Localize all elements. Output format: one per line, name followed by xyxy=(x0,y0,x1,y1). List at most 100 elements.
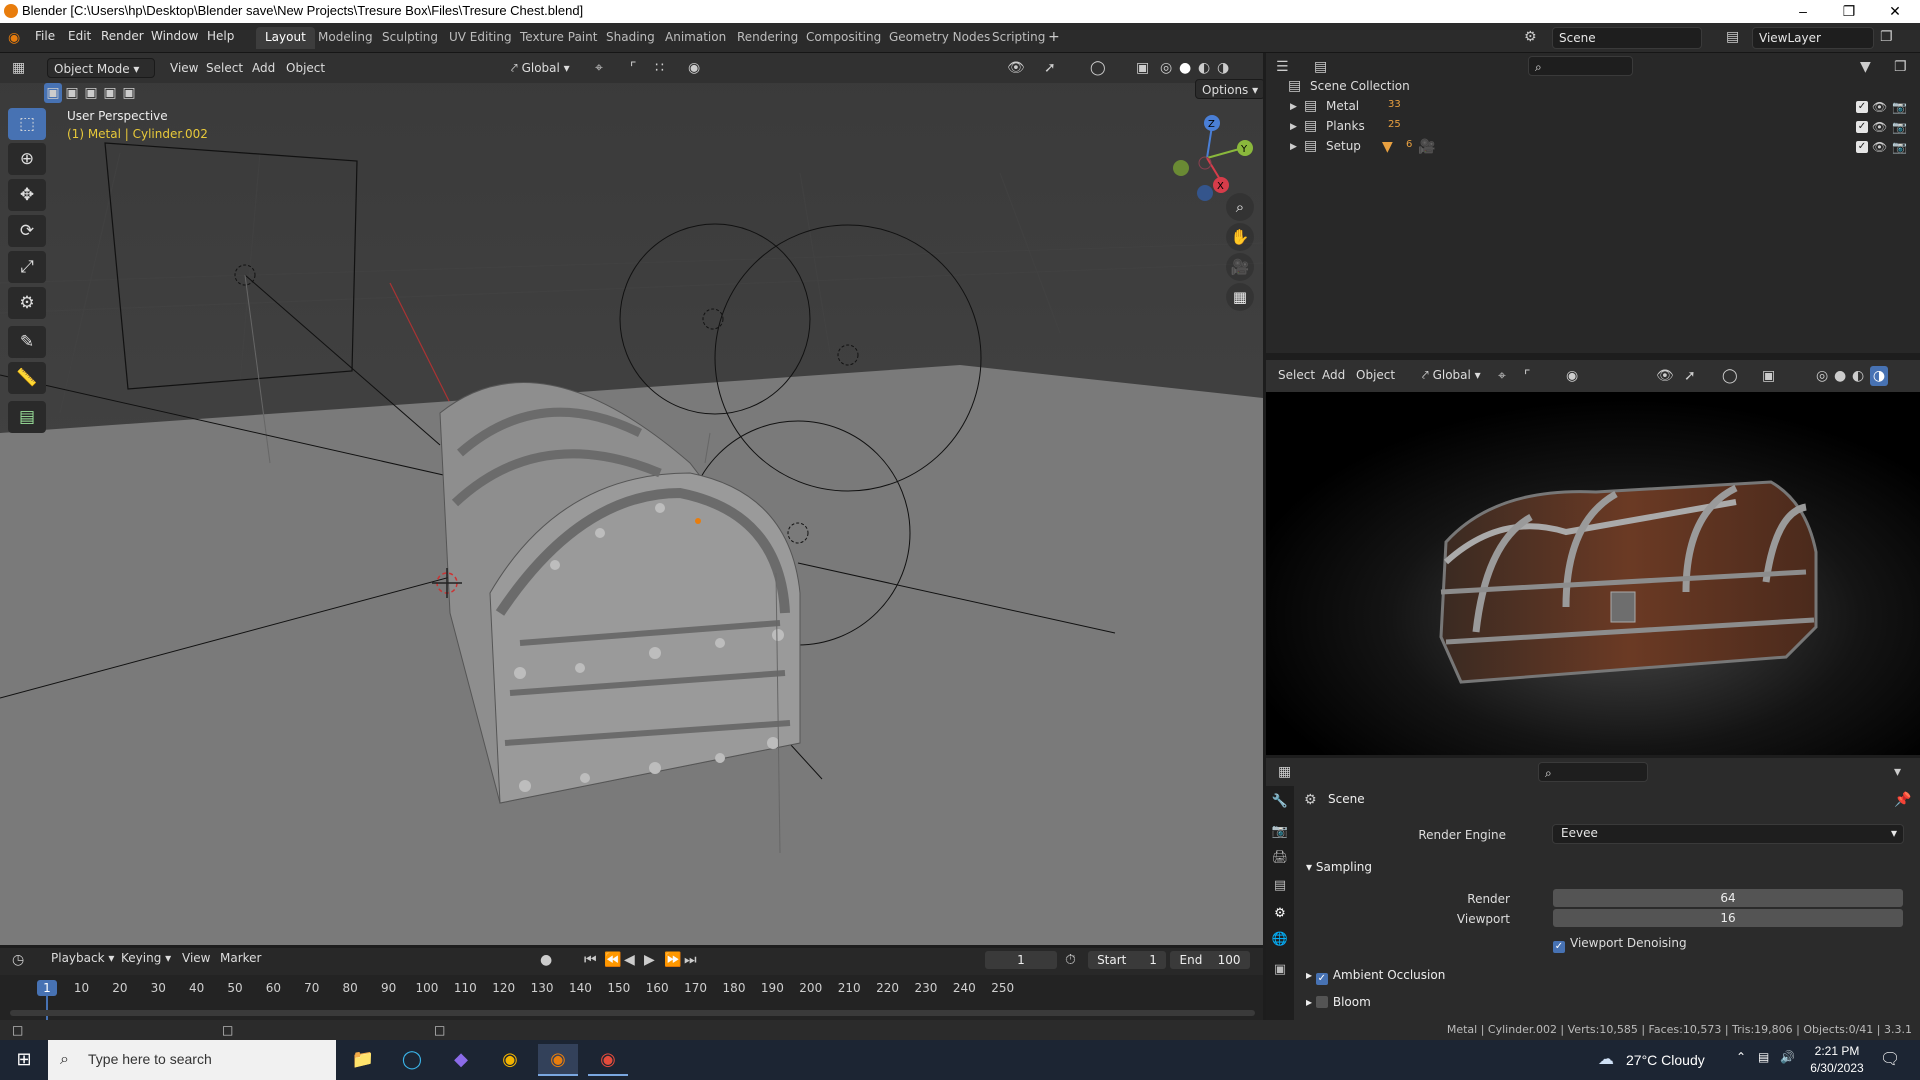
render-menu-add[interactable]: Add xyxy=(1316,365,1351,385)
new-view-layer-icon[interactable]: ❐ xyxy=(1880,27,1893,47)
tab-sculpting[interactable]: Sculpting xyxy=(373,27,447,49)
view-layer-selector[interactable]: ViewLayer xyxy=(1752,27,1874,49)
render-samples-field[interactable]: 64 xyxy=(1553,889,1903,907)
gizmo-toggle-icon[interactable]: ➚ xyxy=(1044,58,1056,78)
select-extend-icon[interactable]: ▣ xyxy=(63,83,81,103)
tray-chevron-icon[interactable]: ⌃ xyxy=(1736,1050,1746,1064)
outliner-scene-collection[interactable]: ▤ Scene Collection xyxy=(1266,77,1920,97)
close-button[interactable]: ✕ xyxy=(1872,0,1918,23)
exclude-checkbox[interactable]: ✓ xyxy=(1856,141,1868,153)
pin-icon[interactable]: 📌 xyxy=(1894,790,1911,810)
camera-render-icon[interactable]: 📷 xyxy=(1892,97,1907,117)
network-icon[interactable]: ▤ xyxy=(1758,1050,1769,1064)
tab-compositing[interactable]: Compositing xyxy=(797,27,890,49)
select-box-tool[interactable]: ⬚ xyxy=(8,108,46,140)
material-shading-icon[interactable]: ◐ xyxy=(1198,58,1210,78)
ambient-occlusion-panel-header[interactable]: ▸ ✓ Ambient Occlusion xyxy=(1306,964,1906,986)
options-button[interactable]: Options ▾ xyxy=(1195,79,1263,99)
tab-shading[interactable]: Shading xyxy=(597,27,664,49)
camera-render-icon[interactable]: 📷 xyxy=(1892,137,1907,157)
chrome-canary-icon[interactable]: ◉ xyxy=(490,1044,530,1076)
rendered-viewport[interactable]: Select Add Object ⤤ Global ▾ ⌖ ⌜ ◉ 👁 ➚ ◯… xyxy=(1266,360,1920,755)
xray-icon[interactable]: ▣ xyxy=(1762,366,1775,386)
eye-icon[interactable]: 👁 xyxy=(1872,137,1887,157)
viewport-3d[interactable]: ▦ Object Mode ▾ View Select Add Object ⤤… xyxy=(0,53,1263,945)
expand-icon[interactable]: ▶ xyxy=(1290,137,1297,157)
add-workspace-icon[interactable]: + xyxy=(1048,27,1060,47)
world-tab-icon[interactable]: 🌐 xyxy=(1270,930,1290,950)
viewport-samples-field[interactable]: 16 xyxy=(1553,909,1903,927)
checkbox-checked-icon[interactable]: ✓ xyxy=(1315,973,1328,985)
pan-hand-icon[interactable]: ✋ xyxy=(1226,223,1254,251)
render-orientation-selector[interactable]: ⤤ Global ▾ xyxy=(1416,365,1487,385)
viewport-menu-object[interactable]: Object xyxy=(280,58,331,78)
rendered-shading-icon[interactable]: ◑ xyxy=(1217,58,1229,78)
tab-animation[interactable]: Animation xyxy=(656,27,735,49)
clock-date[interactable]: 6/30/2023 xyxy=(1802,1061,1872,1075)
tab-modeling[interactable]: Modeling xyxy=(309,27,382,49)
select-invert-icon[interactable]: ▣ xyxy=(101,83,119,103)
snap-icon[interactable]: ⌜ xyxy=(1524,366,1531,386)
scale-tool[interactable]: ⤢ xyxy=(8,251,46,283)
eye-icon[interactable]: 👁 xyxy=(1872,97,1887,117)
exclude-checkbox[interactable]: ✓ xyxy=(1856,121,1868,133)
transform-tool[interactable]: ⚙ xyxy=(8,287,46,319)
display-mode-icon[interactable]: ▤ xyxy=(1314,57,1327,77)
proportional-edit-icon[interactable]: ◉ xyxy=(688,58,700,78)
visibility-icon[interactable]: 👁 xyxy=(1007,58,1025,78)
notifications-icon[interactable]: 🗨 xyxy=(1880,1049,1900,1068)
app-icon[interactable]: ◆ xyxy=(441,1044,481,1076)
bloom-panel-header[interactable]: ▸ Bloom xyxy=(1306,991,1906,1013)
select-mode-buttons[interactable]: ▣ ▣ ▣ ▣ ▣ xyxy=(44,83,140,105)
taskbar-search-input[interactable]: ⌕ Type here to search xyxy=(48,1040,336,1080)
blender-taskbar-icon[interactable]: ◉ xyxy=(538,1044,578,1076)
add-cube-tool[interactable]: ▤ xyxy=(8,401,46,433)
chrome-browser-icon[interactable]: ◉ xyxy=(588,1044,628,1076)
overlay-toggle-icon[interactable]: ◯ xyxy=(1090,58,1106,78)
outliner-row-metal[interactable]: ▶ ▤ Metal 33 ✓ 👁 📷 xyxy=(1266,97,1920,117)
properties-editor-icon[interactable]: ▦ xyxy=(1278,762,1291,782)
select-intersect-icon[interactable]: ▣ xyxy=(120,83,138,103)
move-tool[interactable]: ✥ xyxy=(8,179,46,211)
outliner-editor-icon[interactable]: ☰ xyxy=(1276,57,1289,77)
viewport-menu-add[interactable]: Add xyxy=(246,58,281,78)
file-explorer-icon[interactable]: 📁 xyxy=(343,1044,383,1076)
menu-help[interactable]: Help xyxy=(207,29,234,43)
select-subtract-icon[interactable]: ▣ xyxy=(82,83,100,103)
outliner-row-planks[interactable]: ▶ ▤ Planks 25 ✓ 👁 📷 xyxy=(1266,117,1920,137)
minimize-button[interactable]: – xyxy=(1780,0,1826,23)
clock-time[interactable]: 2:21 PM xyxy=(1802,1044,1872,1058)
render-tab-icon[interactable]: 📷 xyxy=(1270,822,1290,842)
wireframe-shading-icon[interactable]: ◎ xyxy=(1816,366,1828,386)
tab-layout[interactable]: Layout xyxy=(256,27,315,49)
maximize-button[interactable]: ❐ xyxy=(1826,0,1872,23)
weather-text[interactable]: 27°C Cloudy xyxy=(1626,1052,1705,1068)
exclude-checkbox[interactable]: ✓ xyxy=(1856,101,1868,113)
gizmo-toggle-icon[interactable]: ➚ xyxy=(1684,366,1696,386)
collection-tab-icon[interactable]: ▣ xyxy=(1270,960,1290,980)
measure-tool[interactable]: 📏 xyxy=(8,362,46,394)
volume-icon[interactable]: 🔊 xyxy=(1780,1050,1795,1064)
snap-icon[interactable]: ⌜ xyxy=(630,58,637,78)
expand-icon[interactable]: ▶ xyxy=(1290,97,1297,117)
wireframe-shading-icon[interactable]: ◎ xyxy=(1160,58,1172,78)
camera-render-icon[interactable]: 📷 xyxy=(1892,117,1907,137)
tab-texture-paint[interactable]: Texture Paint xyxy=(511,27,606,49)
tab-scripting[interactable]: Scripting xyxy=(983,27,1054,49)
render-menu-select[interactable]: Select xyxy=(1272,365,1321,385)
snap-grid-icon[interactable]: ∷ xyxy=(655,58,664,78)
outliner-search-input[interactable]: ⌕ xyxy=(1528,56,1633,76)
view-layer-tab-icon[interactable]: ▤ xyxy=(1270,876,1290,896)
proportional-edit-icon[interactable]: ◉ xyxy=(1566,366,1578,386)
expand-icon[interactable]: ▶ xyxy=(1290,117,1297,137)
tab-rendering[interactable]: Rendering xyxy=(728,27,807,49)
scene-selector[interactable]: Scene xyxy=(1552,27,1702,49)
scene-icon[interactable]: ⚙ xyxy=(1524,27,1537,47)
properties-collapse-icon[interactable]: ▾ xyxy=(1894,762,1901,782)
menu-render[interactable]: Render xyxy=(101,29,144,43)
render-menu-object[interactable]: Object xyxy=(1350,365,1401,385)
checkbox-unchecked-icon[interactable] xyxy=(1315,996,1328,1008)
properties-search-input[interactable]: ⌕ xyxy=(1538,762,1648,782)
viewport-menu-view[interactable]: View xyxy=(164,58,204,78)
pivot-icon[interactable]: ⌖ xyxy=(595,58,603,78)
